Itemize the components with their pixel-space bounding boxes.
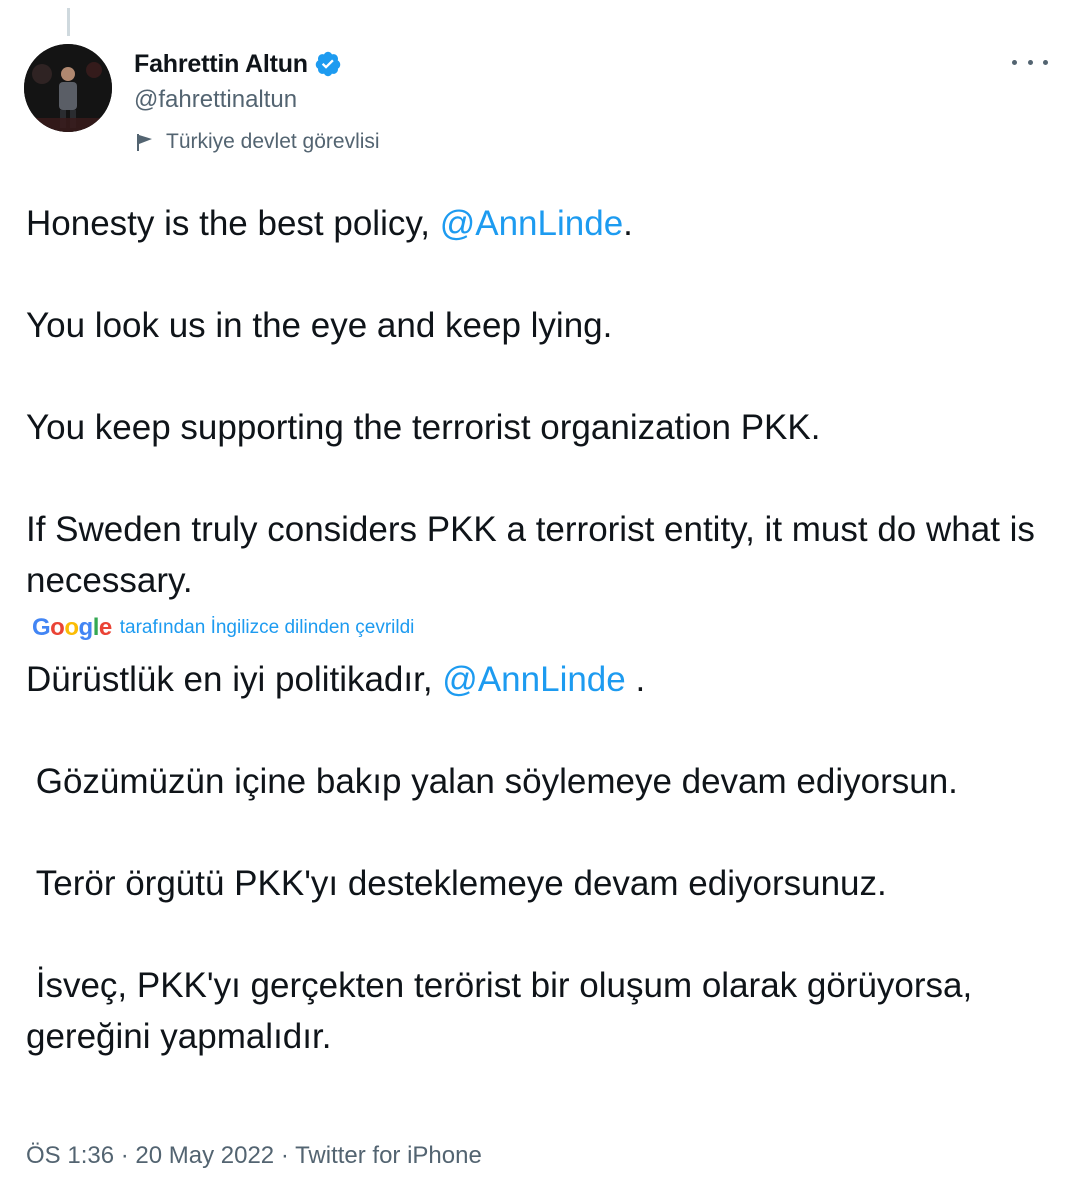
tweet-paragraph: Honesty is the best policy, @AnnLinde. — [26, 198, 1056, 249]
mention-link[interactable]: @AnnLinde — [442, 660, 625, 699]
translated-paragraph: Terör örgütü PKK'yı desteklemeye devam e… — [26, 864, 887, 903]
google-logo: Google — [32, 602, 112, 653]
tweet-time[interactable]: ÖS 1:36 — [26, 1142, 114, 1169]
google-logo-letter: o — [64, 613, 79, 641]
verified-badge-icon — [314, 50, 342, 78]
tweet-text: Honesty is the best policy, @AnnLinde. Y… — [26, 198, 1056, 1062]
tweet-source[interactable]: Twitter for iPhone — [295, 1142, 482, 1169]
meta-separator: · — [114, 1142, 136, 1169]
translation-note[interactable]: tarafından İngilizce dilinden çevrildi — [120, 602, 415, 653]
translated-paragraph: İsveç, PKK'yı gerçekten terörist bir olu… — [26, 966, 982, 1056]
tweet-text-segment: Honesty is the best policy, — [26, 204, 440, 243]
translated-text: Dürüstlük en iyi politikadır, @AnnLinde … — [26, 654, 1056, 1062]
more-options-icon[interactable] — [1012, 48, 1048, 76]
google-logo-letter: G — [32, 613, 51, 641]
google-logo-letter: e — [98, 613, 112, 641]
translated-paragraph: Dürüstlük en iyi politikadır, @AnnLinde … — [26, 654, 1056, 705]
translated-text-segment: . — [625, 660, 646, 699]
avatar[interactable] — [24, 44, 112, 132]
author-name-row: Fahrettin Altun — [134, 46, 380, 82]
more-dot — [1027, 59, 1033, 65]
translated-text-segment: Dürüstlük en iyi politikadır, — [26, 660, 443, 699]
tweet-header: Fahrettin Altun @fahrettinaltun Türkiye … — [134, 46, 380, 154]
tweet-paragraph: If Sweden truly considers PKK a terroris… — [26, 510, 1035, 600]
translated-paragraph: Gözümüzün içine bakıp yalan söylemeye de… — [26, 762, 958, 801]
tweet-paragraph: You keep supporting the terrorist organi… — [26, 408, 821, 447]
thread-connector-line — [67, 8, 70, 36]
tweet-text-segment: . — [623, 204, 633, 243]
author-handle[interactable]: @fahrettinaltun — [134, 86, 380, 114]
author-name[interactable]: Fahrettin Altun — [134, 50, 308, 79]
flag-icon — [134, 131, 156, 153]
more-dot — [1012, 59, 1017, 65]
google-logo-letter: o — [50, 613, 65, 641]
tweet-date[interactable]: 20 May 2022 — [135, 1142, 274, 1169]
translation-attribution[interactable]: Google tarafından İngilizce dilinden çev… — [32, 604, 1056, 650]
government-label-text: Türkiye devlet görevlisi — [166, 130, 380, 153]
tweet-metadata: ÖS 1:36 · 20 May 2022 · Twitter for iPho… — [26, 1142, 482, 1170]
tweet-paragraph: You look us in the eye and keep lying. — [26, 306, 613, 345]
government-label[interactable]: Türkiye devlet görevlisi — [134, 130, 380, 154]
meta-separator: · — [274, 1142, 296, 1169]
mention-link[interactable]: @AnnLinde — [440, 204, 623, 243]
more-dot — [1043, 59, 1048, 65]
google-logo-letter: g — [78, 613, 94, 641]
